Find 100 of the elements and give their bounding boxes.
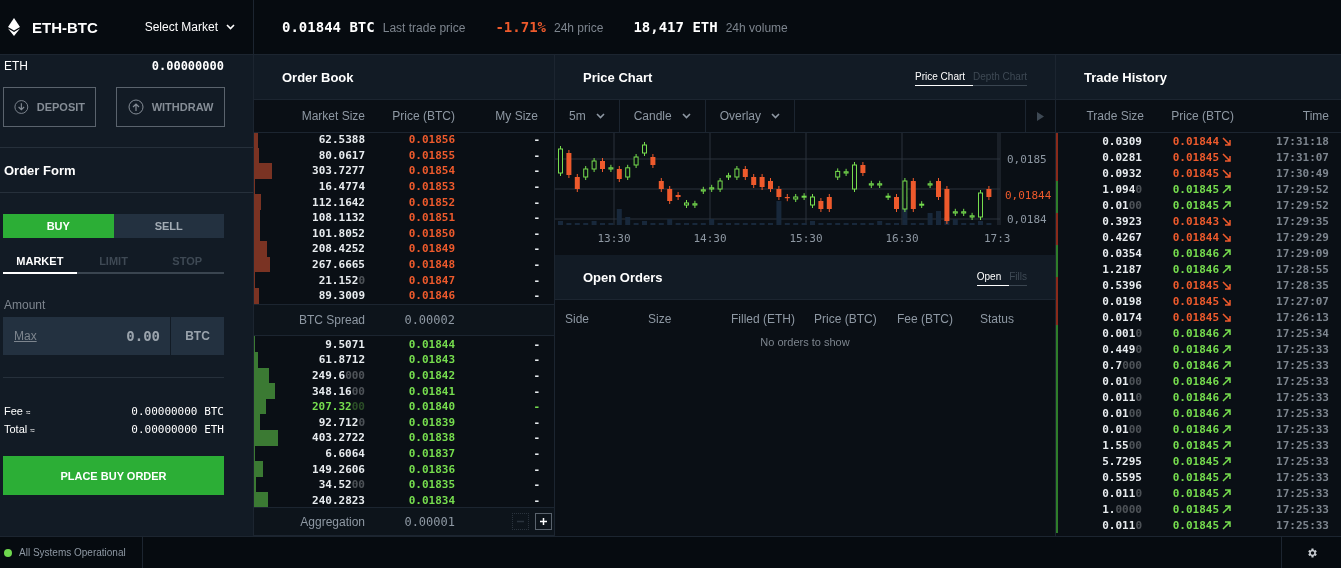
price-cell-text: 0.01846: [407, 289, 455, 303]
side-tab[interactable]: BUY: [3, 214, 114, 238]
trade-size-cell-text: 0.0309: [1101, 134, 1142, 148]
candle: [902, 177, 908, 213]
trade-time-cell-text: 17:29:52: [1275, 182, 1329, 196]
price-cell-text: 0.01842: [407, 368, 455, 382]
candle: [675, 191, 681, 201]
time-axis-label: 14:30: [693, 232, 727, 245]
my-size-cell-text: -: [532, 164, 541, 178]
column-header: Status: [980, 312, 1016, 326]
size-cell-text: 267.6665: [311, 258, 365, 272]
place-order-button[interactable]: PLACE BUY ORDER: [3, 456, 224, 495]
trade-size-cell-text: 1.0000: [1101, 502, 1142, 516]
trade-time-cell-text: 17:27:07: [1275, 294, 1329, 308]
arrow-up-right-icon: [1222, 200, 1231, 210]
price-cell-text: 0.01840: [407, 400, 455, 414]
chart-option-dropdown[interactable]: 5m: [555, 100, 620, 132]
select-market-dropdown[interactable]: Select Market: [144, 20, 235, 34]
size-cell-text: 112.1642: [311, 195, 365, 209]
arrow-up-right-icon: [1222, 456, 1231, 466]
trade-price-cell: 0.01845: [1142, 310, 1235, 324]
trade-size-cell-text: 1.2187: [1101, 262, 1142, 276]
trade-time-cell-text: 17:25:33: [1275, 422, 1329, 436]
withdraw-button[interactable]: WITHDRAW: [116, 87, 225, 127]
size-cell-text: 348.1600: [311, 384, 365, 398]
arrow-down-right-icon: [1222, 216, 1231, 226]
max-link[interactable]: Max: [3, 329, 37, 343]
column-header: Filled (ETH): [731, 312, 796, 326]
increase-button[interactable]: [535, 513, 552, 531]
price-cell-text: 0.01838: [407, 431, 455, 445]
trade-price-cell: 0.01846: [1142, 374, 1235, 388]
last-price-label: 0,01844: [1005, 189, 1052, 202]
candle: [633, 153, 639, 169]
trade-size-cell-text: 0.4267: [1101, 230, 1142, 244]
my-size-cell-text: -: [532, 133, 541, 147]
candle: [835, 167, 841, 181]
my-size-cell-text: -: [532, 226, 541, 240]
my-size-cell-text: -: [532, 148, 541, 162]
order-type-tab[interactable]: MARKET: [3, 250, 77, 274]
size-cell-text: 21.1520: [317, 273, 365, 287]
price-cell-text: 0.01847: [407, 273, 455, 287]
my-size-cell-text: -: [532, 337, 541, 351]
arrow-up-right-icon: [1222, 376, 1231, 386]
candle: [894, 193, 899, 213]
candle: [667, 185, 673, 205]
chevron-down-icon: [681, 113, 691, 119]
balance-currency: ETH: [4, 59, 28, 75]
summary-value: 0.00000000 BTC: [131, 404, 224, 418]
orders-view-tab[interactable]: Open: [976, 268, 1010, 286]
chart-view-tab[interactable]: Price Chart: [915, 68, 974, 86]
trade-price-cell: 0.01845: [1142, 438, 1235, 452]
side-tab[interactable]: SELL: [113, 214, 224, 238]
amount-field[interactable]: Max 0.00 BTC: [3, 317, 224, 355]
candle: [784, 193, 790, 202]
arrow-down-right-icon: [1222, 312, 1231, 322]
trade-time-cell-text: 17:25:33: [1275, 374, 1329, 388]
column-header: Trade Size: [1085, 109, 1144, 123]
unit-label: BTC: [170, 317, 224, 355]
my-size-cell-text: -: [532, 400, 541, 414]
circle-arrow-up-icon: [127, 99, 144, 115]
trade-size-cell-text: 0.3923: [1101, 214, 1142, 228]
candle: [768, 177, 773, 193]
size-cell-text: 80.0617: [317, 148, 365, 162]
column-header: My Size: [494, 108, 539, 123]
trade-size-cell-text: 1.5500: [1101, 438, 1142, 452]
candle: [910, 177, 916, 213]
chart-option-dropdown[interactable]: Candle: [619, 100, 706, 132]
trade-time-cell-text: 17:31:18: [1275, 134, 1329, 148]
my-size-cell-text: -: [532, 446, 541, 460]
trade-size-cell-text: 0.0198: [1101, 294, 1142, 308]
trade-time-cell-text: 17:25:33: [1275, 486, 1329, 500]
deposit-button[interactable]: DEPOSIT: [3, 87, 96, 127]
trade-time-cell-text: 17:31:07: [1275, 150, 1329, 164]
chart-option-dropdown[interactable]: Overlay: [705, 100, 796, 132]
column-header: Price (BTC): [814, 312, 878, 326]
my-size-cell-text: -: [532, 242, 541, 256]
price-cell-text: 0.01854: [407, 164, 455, 178]
my-size-cell-text: -: [532, 493, 541, 507]
trade-price-cell: 0.01845: [1142, 182, 1235, 196]
trade-time-cell-text: 17:30:49: [1275, 166, 1329, 180]
size-cell-text: 6.6064: [324, 446, 365, 460]
chevron-down-icon: [595, 113, 605, 119]
ticker-label: 24h price: [554, 21, 604, 35]
arrow-up-right-icon: [1222, 520, 1231, 530]
price-cell-text: 0.01852: [407, 195, 455, 209]
arrow-up-right-icon: [1222, 472, 1231, 482]
spread-label: BTC Spread: [297, 313, 365, 327]
candle: [776, 185, 782, 201]
my-size-cell-text: -: [532, 384, 541, 398]
volume-bar: [667, 219, 673, 225]
trade-time-cell-text: 17:25:34: [1275, 326, 1329, 340]
trade-size-cell-text: 0.4490: [1101, 342, 1142, 356]
my-size-cell-text: -: [532, 431, 541, 445]
my-size-cell-text: -: [532, 353, 541, 367]
candle: [558, 145, 563, 177]
candle: [818, 197, 824, 213]
size-cell-text: 149.2606: [311, 462, 365, 476]
candle: [927, 180, 933, 189]
trade-time-cell-text: 17:25:33: [1275, 454, 1329, 468]
volume-bar: [952, 219, 958, 225]
